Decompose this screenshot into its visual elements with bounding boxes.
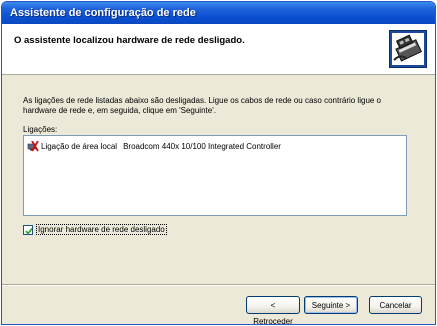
list-item[interactable]: Ligação de área local Broadcom 440x 10/1… bbox=[27, 140, 281, 152]
back-button[interactable]: < Retroceder bbox=[246, 296, 300, 324]
connection-name: Ligação de área local bbox=[41, 141, 118, 151]
wizard-header: O assistente localizou hardware de rede … bbox=[2, 24, 435, 75]
next-button[interactable]: Seguinte > bbox=[304, 296, 358, 314]
connection-device: Broadcom 440x 10/100 Integrated Controll… bbox=[123, 141, 281, 151]
network-hardware-icon bbox=[389, 30, 427, 68]
connections-label: Ligações: bbox=[23, 125, 58, 134]
window-title: Assistente de configuração de rede bbox=[10, 7, 196, 19]
ignore-checkbox-row[interactable]: Ignorar hardware de rede desligado bbox=[23, 224, 167, 235]
intro-text: As ligações de rede listadas abaixo são … bbox=[23, 96, 382, 115]
footer-divider bbox=[2, 284, 435, 286]
header-title: O assistente localizou hardware de rede … bbox=[14, 35, 245, 46]
checkmark-icon bbox=[25, 227, 33, 235]
ignore-checkbox-label[interactable]: Ignorar hardware de rede desligado bbox=[36, 224, 167, 235]
disconnected-network-icon bbox=[27, 140, 39, 151]
wizard-window: Assistente de configuração de rede O ass… bbox=[1, 1, 436, 325]
title-bar[interactable]: Assistente de configuração de rede bbox=[2, 2, 435, 24]
ignore-checkbox[interactable] bbox=[23, 224, 33, 235]
cancel-button[interactable]: Cancelar bbox=[369, 296, 422, 314]
connections-list[interactable]: Ligação de área local Broadcom 440x 10/1… bbox=[23, 135, 407, 216]
